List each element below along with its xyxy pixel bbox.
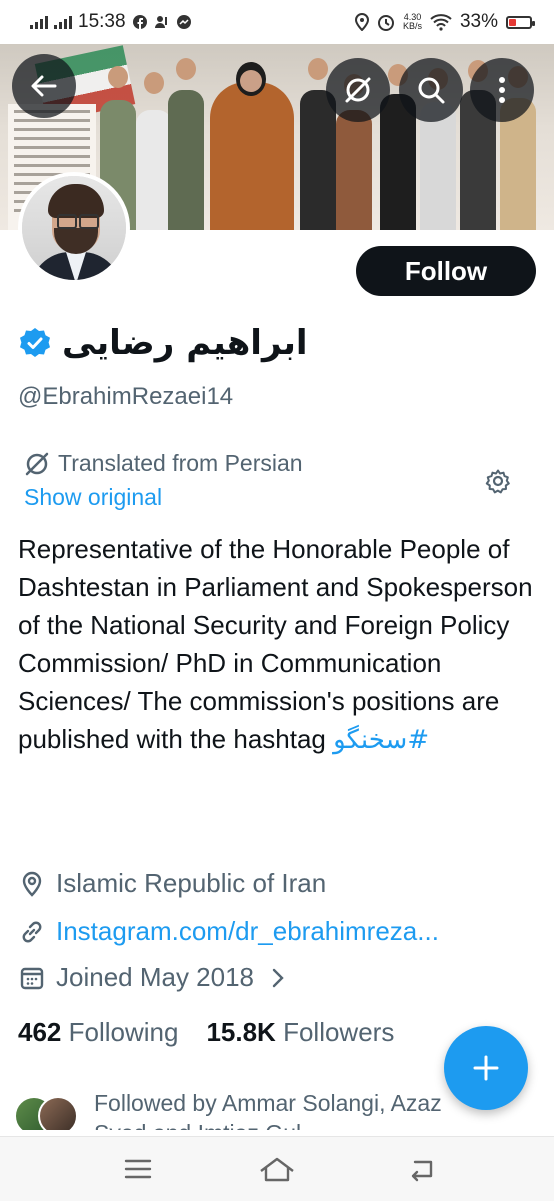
joined-text: Joined May 2018 [56, 962, 255, 992]
alarm-icon [377, 15, 394, 31]
status-left: 15:38 [30, 11, 192, 33]
profile-handle: @EbrahimRezaei14 [18, 383, 234, 410]
gear-icon[interactable] [485, 468, 511, 494]
status-time: 15:38 [78, 11, 126, 32]
followed-by-text: Followed by Ammar Solangi, Azaz Syed and… [94, 1090, 442, 1130]
translate-slash-icon [25, 452, 49, 475]
website-link[interactable]: Instagram.com/dr_ebrahimreza... [56, 916, 439, 947]
joined-row[interactable]: Joined May 2018 [18, 962, 292, 993]
following-count: 462 [18, 1017, 62, 1047]
profile-bio: Representative of the Honorable People o… [18, 530, 538, 759]
more-options-button[interactable] [470, 58, 534, 122]
facebook-icon [132, 15, 147, 29]
more-vertical-icon [499, 77, 505, 103]
following-stat[interactable]: 462 Following [18, 1017, 178, 1048]
translate-toggle-button[interactable] [326, 58, 390, 122]
location-text: Islamic Republic of Iran [56, 868, 327, 898]
translated-notice: Translated from Persian [24, 450, 303, 477]
profile-avatar[interactable] [18, 172, 130, 284]
net-speed-unit: KB/s [402, 21, 422, 31]
home-icon [260, 1157, 294, 1182]
wifi-icon [430, 14, 452, 31]
bio-hashtag-link[interactable]: #سخنگو [333, 725, 429, 755]
followers-count: 15.8K [206, 1017, 276, 1047]
following-label: Following [68, 1017, 179, 1047]
system-nav-bar [0, 1136, 554, 1201]
followed-by-avatars [14, 1096, 84, 1130]
follow-stats: 462 Following 15.8K Followers [18, 1017, 394, 1048]
follow-button[interactable]: Follow [356, 246, 536, 296]
status-right: 4.30 KB/s 33% [354, 11, 535, 33]
net-speed: 4.30 KB/s [403, 13, 422, 31]
person-pin-icon [154, 16, 167, 28]
avatar [38, 1096, 78, 1130]
signal-icon [30, 15, 48, 29]
verified-badge-icon [20, 328, 50, 357]
banner-figure [210, 82, 294, 230]
recent-apps-button[interactable] [118, 1153, 158, 1185]
return-icon [411, 1160, 433, 1182]
location-status-icon [354, 13, 369, 31]
arrow-left-icon [31, 75, 57, 97]
battery-icon [506, 15, 535, 29]
translated-label: Translated from Persian [58, 450, 303, 476]
compose-button[interactable] [444, 1026, 528, 1110]
search-icon [418, 77, 445, 104]
website-row[interactable]: Instagram.com/dr_ebrahimreza... [18, 916, 439, 947]
location-pin-icon [22, 871, 42, 897]
battery-percent: 33% [459, 11, 498, 32]
chevron-right-icon [272, 968, 284, 987]
name-row: ابراهیم رضایی [18, 318, 308, 368]
show-original-link[interactable]: Show original [24, 484, 162, 511]
system-back-button[interactable] [402, 1153, 442, 1185]
display-name: ابراهیم رضایی [62, 323, 308, 363]
menu-icon [124, 1159, 152, 1179]
search-button[interactable] [399, 58, 463, 122]
bio-text: Representative of the Honorable People o… [18, 534, 533, 754]
plus-icon [473, 1055, 499, 1081]
location-row: Islamic Republic of Iran [18, 868, 326, 899]
link-icon [22, 921, 42, 942]
calendar-icon [20, 967, 44, 989]
back-button[interactable] [12, 54, 76, 118]
translate-slash-icon [345, 77, 371, 103]
signal-icon [54, 15, 72, 29]
home-button[interactable] [257, 1153, 297, 1185]
messenger-icon [176, 15, 191, 29]
status-bar: 15:38 4.30 KB/s 33% [0, 0, 554, 44]
followers-label: Followers [283, 1017, 395, 1047]
followers-stat[interactable]: 15.8K Followers [206, 1017, 394, 1048]
